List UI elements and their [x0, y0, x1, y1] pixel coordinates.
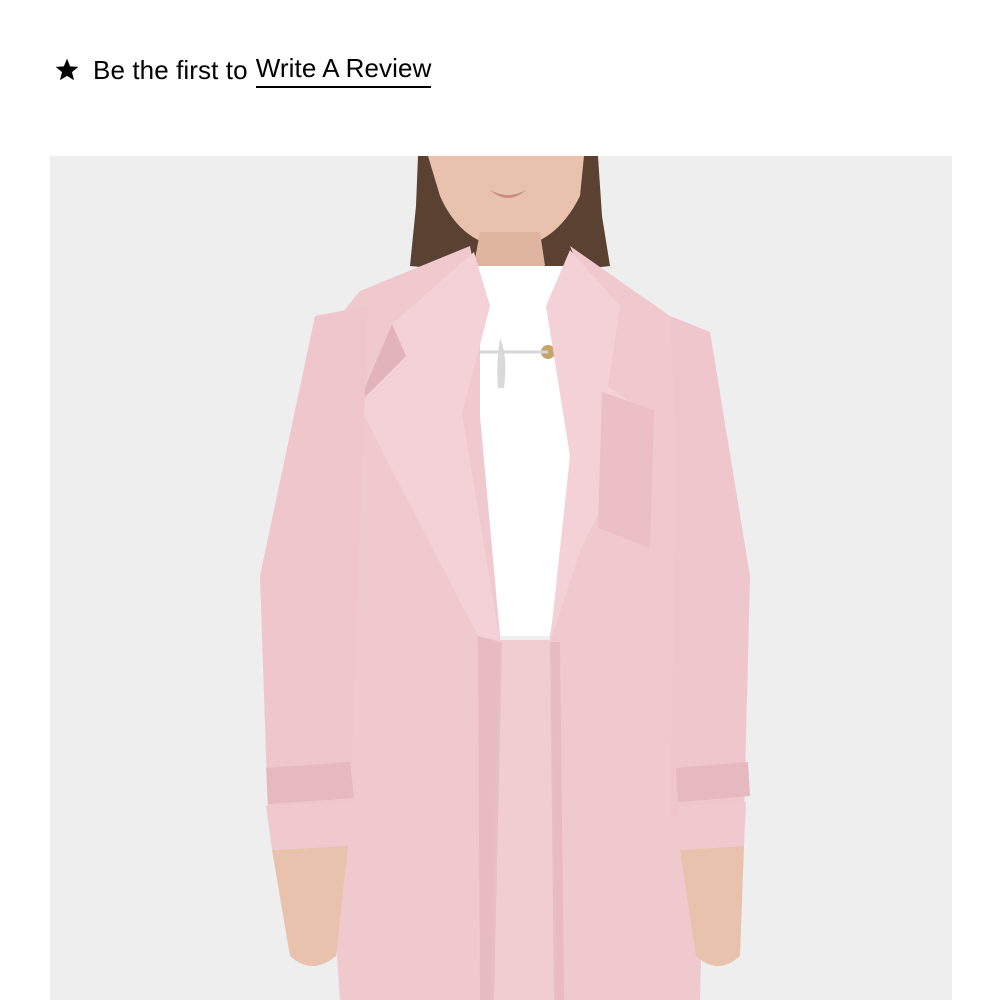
star-icon [54, 57, 80, 83]
review-prompt-text: Be the first to [93, 54, 248, 85]
product-photo-illustration [50, 156, 952, 1000]
review-prompt-bar: Be the first to Write A Review [54, 50, 432, 90]
write-review-link[interactable]: Write A Review [255, 53, 432, 88]
product-image[interactable] [50, 156, 952, 1000]
